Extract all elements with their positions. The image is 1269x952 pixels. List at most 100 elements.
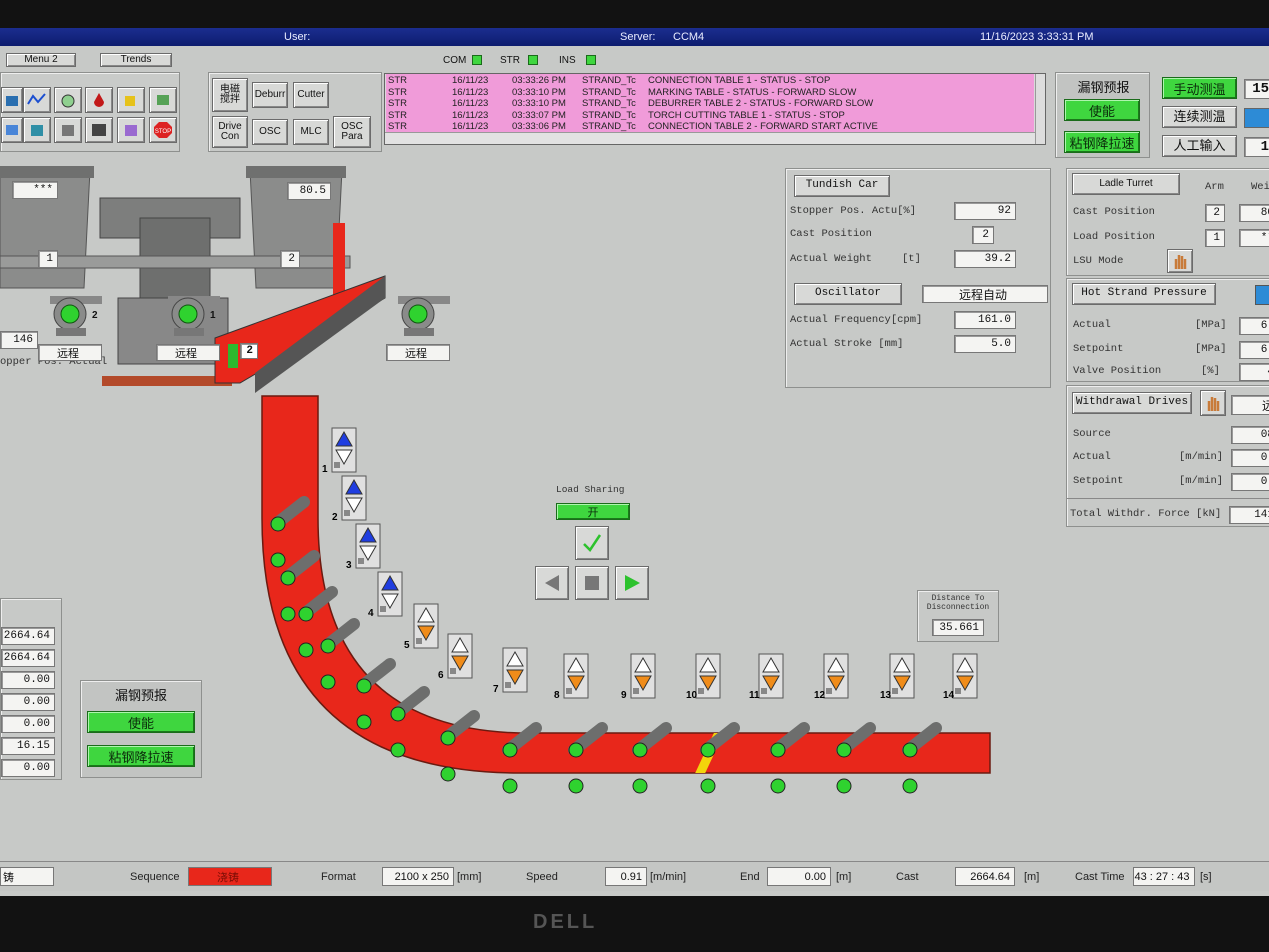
segment-4-icon[interactable]: [377, 571, 403, 617]
right-arm-number: 2: [280, 250, 300, 268]
wd-actual-value: 0.: [1231, 449, 1269, 467]
left-ladle-weight: ***: [12, 181, 58, 199]
segment-14-icon[interactable]: [952, 653, 978, 699]
segment-2-icon[interactable]: [341, 475, 367, 521]
load-sharing-state[interactable]: 开: [556, 503, 630, 520]
segment-6-icon[interactable]: [447, 633, 473, 679]
weight-header: Wei: [1251, 181, 1269, 193]
lsu-hand-icon[interactable]: [1167, 249, 1193, 273]
freq-value: 161.0: [954, 311, 1016, 329]
forward-button[interactable]: [615, 566, 649, 600]
scada-screen: User: Server: CCM4 11/16/2023 3:33:31 PM…: [0, 28, 1269, 896]
segment-5-icon[interactable]: [413, 603, 439, 649]
alarm-date: 16/11/23: [452, 86, 489, 98]
hot-strand-button[interactable]: Hot Strand Pressure: [1072, 283, 1216, 305]
mlc-button[interactable]: MLC: [293, 119, 329, 145]
temp-value-2: [1244, 108, 1269, 128]
alarm-list[interactable]: STR 16/11/23 03:33:26 PM STRAND_Tc CONNECTIO…: [384, 73, 1046, 145]
stop-button[interactable]: [575, 566, 609, 600]
stop-icon-button[interactable]: STOP: [149, 117, 177, 143]
alarm-time: 03:33:10 PM: [512, 86, 566, 98]
segment-label: 5: [404, 640, 410, 651]
spray-icon-button[interactable]: [117, 87, 145, 113]
breakout-bottom-enable[interactable]: 使能: [87, 711, 195, 733]
breakout-slowdown-button[interactable]: 粘钢降拉速: [1064, 131, 1140, 153]
turret-cast-weight: 80: [1239, 204, 1269, 222]
hsp-actual-value: 6.: [1239, 317, 1269, 335]
cooling-fan[interactable]: 远程: [386, 290, 460, 365]
cast-time-label: Cast Time: [1075, 871, 1125, 883]
alarm-scrollbar[interactable]: [1035, 74, 1045, 144]
manual-temp-button[interactable]: 手动测温: [1162, 77, 1237, 99]
osc-button[interactable]: OSC: [252, 119, 288, 145]
gauge-icon-button[interactable]: [54, 87, 82, 113]
left-value-field: 0.00: [1, 759, 55, 777]
source-label: Source: [1073, 428, 1111, 440]
segment-label: 1: [322, 464, 328, 475]
grid-icon-button[interactable]: [85, 117, 113, 143]
stopper-pos-value: 146: [0, 331, 38, 349]
withdrawal-button[interactable]: Withdrawal Drives: [1072, 392, 1192, 414]
segment-label: 7: [493, 684, 499, 695]
left-value-field: 16.15: [1, 737, 55, 755]
segment-11-icon[interactable]: [758, 653, 784, 699]
segment-3-icon[interactable]: [355, 523, 381, 569]
tool-icon-button[interactable]: [149, 87, 177, 113]
drive-con-button[interactable]: Drive Con: [212, 116, 248, 148]
status-bar: 铸 Sequence 浇铸 Format 2100 x 250 [mm] Spe…: [0, 861, 1269, 891]
stopper-label: Stopper Pos. Actu[%]: [790, 205, 917, 217]
left-value-field: 2664.64: [1, 627, 55, 645]
segment-9-icon[interactable]: [630, 653, 656, 699]
alarm-src: STR: [388, 86, 407, 98]
segment-12-icon[interactable]: [823, 653, 849, 699]
oscillator-button[interactable]: Oscillator: [794, 283, 902, 305]
segment-label: 11: [749, 690, 760, 701]
segment-label: 12: [814, 690, 826, 701]
segment-13-icon[interactable]: [889, 653, 915, 699]
withdrawal-hand-icon[interactable]: [1200, 390, 1226, 416]
trends-button[interactable]: Trends: [100, 53, 172, 67]
alarm-msg: CONNECTION TABLE 2 - FORWARD START ACTIV…: [648, 121, 878, 133]
segment-label: 10: [686, 690, 698, 701]
alarm-src: STR: [388, 121, 407, 133]
manual-input-button[interactable]: 人工输入: [1162, 135, 1237, 157]
deburr-button[interactable]: Deburr: [252, 82, 288, 108]
segment-10-icon[interactable]: [695, 653, 721, 699]
alarm-icon-button[interactable]: [117, 117, 145, 143]
trend-icon-button[interactable]: [23, 87, 51, 113]
cutter-button[interactable]: Cutter: [293, 82, 329, 108]
cooling-icon-button[interactable]: [1, 117, 23, 143]
drop-icon-button[interactable]: [85, 87, 113, 113]
user-label: User:: [284, 31, 311, 43]
right-ladle-weight: 80.5: [287, 182, 331, 200]
confirm-check-button[interactable]: [575, 526, 609, 560]
segment-8-icon[interactable]: [563, 653, 589, 699]
fan-mode: 远程: [38, 344, 102, 361]
segment-1-icon[interactable]: [331, 427, 357, 473]
osc-para-button[interactable]: OSC Para: [333, 116, 371, 148]
freq-label: Actual Frequency[cpm]: [790, 314, 923, 326]
turret-cast-pos-label: Cast Position: [1073, 206, 1155, 218]
segment-label: 3: [346, 560, 352, 571]
mold-icon-button[interactable]: [23, 117, 51, 143]
reverse-button[interactable]: [535, 566, 569, 600]
alarm-hscrollbar[interactable]: [385, 132, 1035, 144]
breakout-bottom-slowdown[interactable]: 粘钢降拉速: [87, 745, 195, 767]
breakout-enable-button[interactable]: 使能: [1064, 99, 1140, 121]
cooling-fan[interactable]: 2 远程: [38, 290, 112, 365]
menu2-button[interactable]: Menu 2: [6, 53, 76, 67]
ladle-icon-button[interactable]: [1, 87, 23, 113]
wd-setpoint-value: 0.: [1231, 473, 1269, 491]
ladle-turret-button[interactable]: Ladle Turret: [1072, 173, 1180, 195]
segment-7-icon[interactable]: [502, 647, 528, 693]
title-bar: User: Server: CCM4 11/16/2023 3:33:31 PM: [0, 28, 1269, 46]
continuous-temp-button[interactable]: 连续测温: [1162, 106, 1237, 128]
turret-load-pos-label: Load Position: [1073, 231, 1155, 243]
cooling-fan[interactable]: 1 远程: [156, 290, 230, 365]
tundish-car-button[interactable]: Tundish Car: [794, 175, 890, 197]
cast-pos-value: 2: [972, 226, 994, 244]
stroke-label: Actual Stroke [mm]: [790, 338, 904, 350]
em-stir-button[interactable]: 电磁 搅拌: [212, 78, 248, 112]
cut-icon-button[interactable]: [54, 117, 82, 143]
force-label: Total Withdr. Force [kN]: [1070, 508, 1222, 520]
